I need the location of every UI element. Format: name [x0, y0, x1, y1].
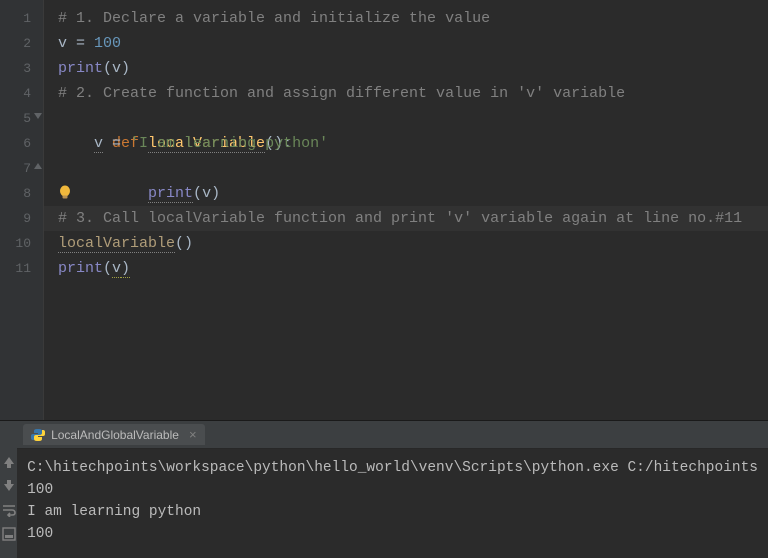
line-number: 8	[0, 181, 31, 206]
line-number: 9	[0, 206, 31, 231]
code-line-1[interactable]: # 1. Declare a variable and initialize t…	[44, 6, 768, 31]
line-number: 6	[0, 131, 31, 156]
fold-close-icon[interactable]	[34, 163, 42, 173]
terminal-output[interactable]: C:\hitechpoints\workspace\python\hello_w…	[17, 449, 768, 553]
terminal-tab-bar: LocalAndGlobalVariable ×	[17, 421, 768, 449]
close-icon[interactable]: ×	[189, 427, 197, 442]
terminal-toolbar	[0, 421, 17, 558]
fold-open-icon[interactable]	[34, 113, 42, 123]
parens: ()	[175, 235, 193, 252]
terminal-line: I am learning python	[27, 501, 758, 523]
line-number: 2	[0, 31, 31, 56]
indent	[58, 135, 94, 152]
code-line-2[interactable]: v = 100	[44, 31, 768, 56]
terminal-line: C:\hitechpoints\workspace\python\hello_w…	[27, 457, 758, 479]
terminal-body: LocalAndGlobalVariable × C:\hitechpoints…	[17, 421, 768, 558]
code-line-3[interactable]: print(v)	[44, 56, 768, 81]
builtin-fn: print	[58, 60, 103, 77]
terminal-line: 100	[27, 523, 758, 545]
arrow-down-icon[interactable]	[2, 479, 16, 493]
terminal-line: 100	[27, 479, 758, 501]
comment: # 1. Declare a variable and initialize t…	[58, 10, 490, 27]
paren: )	[121, 260, 130, 278]
argument: v	[112, 260, 121, 278]
line-number: 3	[0, 56, 31, 81]
line-number: 11	[0, 256, 31, 281]
function-call: localVariable	[58, 235, 175, 253]
operator: =	[67, 35, 94, 52]
code-line-9[interactable]: # 3. Call localVariable function and pri…	[44, 206, 768, 231]
builtin-fn: print	[58, 260, 103, 277]
code-line-6[interactable]: v = 'I am learning python'	[44, 131, 768, 156]
editor-area: 1 2 3 4 5 6 7 8 9 10 11 # 1. Declare a v…	[0, 0, 768, 420]
line-number-gutter: 1 2 3 4 5 6 7 8 9 10 11	[0, 0, 44, 420]
comment: # 2. Create function and assign differen…	[58, 85, 625, 102]
scroll-to-end-icon[interactable]	[2, 527, 16, 541]
python-icon	[31, 428, 45, 442]
string-literal: 'I am learning python'	[130, 135, 328, 152]
code-line-7[interactable]: print(v)	[44, 156, 768, 181]
terminal-panel: LocalAndGlobalVariable × C:\hitechpoints…	[0, 420, 768, 558]
code-line-8[interactable]	[44, 181, 768, 206]
code-line-5[interactable]: def localVariable():	[44, 106, 768, 131]
argument: v	[112, 60, 121, 77]
code-line-4[interactable]: # 2. Create function and assign differen…	[44, 81, 768, 106]
line-number: 1	[0, 6, 31, 31]
variable: v	[58, 35, 67, 52]
number-literal: 100	[94, 35, 121, 52]
paren: )	[121, 60, 130, 77]
arrow-up-icon[interactable]	[2, 455, 16, 469]
line-number: 4	[0, 81, 31, 106]
terminal-tab-label: LocalAndGlobalVariable	[51, 428, 179, 442]
line-number: 5	[0, 106, 31, 131]
operator: =	[103, 135, 130, 152]
paren: (	[103, 260, 112, 277]
code-editor[interactable]: # 1. Declare a variable and initialize t…	[44, 0, 768, 420]
variable: v	[94, 135, 103, 153]
lightbulb-icon[interactable]	[58, 185, 72, 201]
line-number: 7	[0, 156, 31, 181]
line-number: 10	[0, 231, 31, 256]
code-line-11[interactable]: print(v)	[44, 256, 768, 281]
comment: # 3. Call localVariable function and pri…	[58, 210, 742, 227]
soft-wrap-icon[interactable]	[2, 503, 16, 517]
terminal-tab[interactable]: LocalAndGlobalVariable ×	[23, 424, 204, 445]
paren: (	[103, 60, 112, 77]
code-line-10[interactable]: localVariable()	[44, 231, 768, 256]
